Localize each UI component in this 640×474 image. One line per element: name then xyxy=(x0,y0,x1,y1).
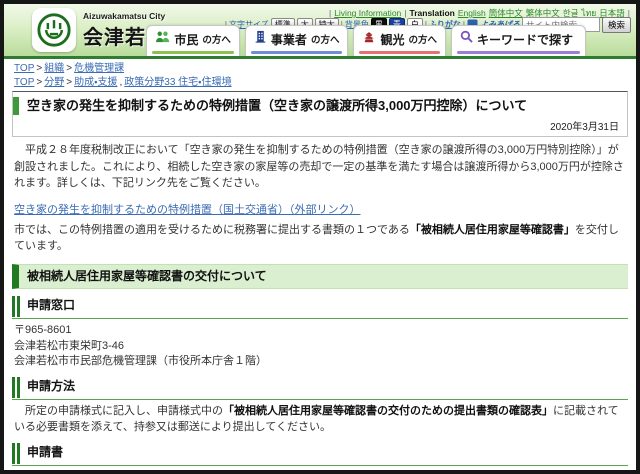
application-window-address: 〒965-8601 会津若松市東栄町3-46 会津若松市市民部危機管理課（市役所… xyxy=(14,323,626,371)
subsection-heading-application-method: 申請方法 xyxy=(12,377,628,400)
audience-tabs: 市民 の方へ 事業者 の方へ 観光 の方へ キーワードで探す xyxy=(146,25,586,56)
breadcrumb-top-link[interactable]: TOP xyxy=(14,77,34,88)
checklist-doc-name: 「被相続人居住用家屋等確認書の交付のための提出書類の確認表」 xyxy=(223,404,553,417)
separator: > xyxy=(36,63,43,74)
breadcrumb-josei-shien-link[interactable]: 助成・支援 xyxy=(74,77,117,88)
separator: , xyxy=(119,76,123,88)
application-form-info: 申請書は、危機管理課の窓口で配布しています。 Word形式の申請書は、お手数です… xyxy=(14,470,626,471)
tab-label-suffix: の方へ xyxy=(202,35,231,46)
business-building-icon xyxy=(254,30,267,48)
breadcrumb-seisaku-bunya-link[interactable]: 政策分野33 住宅・住環境 xyxy=(124,77,231,88)
brand-subtitle: Aizuwakamatsu City xyxy=(83,10,166,21)
application-method-paragraph: 所定の申請様式に記入し、申請様式中の「被相続人居住用家屋等確認書の交付のための提… xyxy=(14,403,626,436)
tab-business[interactable]: 事業者 の方へ xyxy=(244,25,349,56)
page-title: 空き家の発生を抑制するための特例措置（空き家の譲渡所得3,000万円控除）につい… xyxy=(27,98,528,113)
breadcrumb-line-1: TOP > 組織 > 危機管理課 xyxy=(14,62,626,76)
site-header: Aizuwakamatsu City 会津若松市 | Living Inform… xyxy=(4,4,636,56)
tab-label: キーワードで探す xyxy=(476,32,573,47)
article-date: 2020年3月31日 xyxy=(550,122,619,134)
breadcrumb-top-link[interactable]: TOP xyxy=(14,63,34,74)
subsection-heading-application-window: 申請窓口 xyxy=(12,296,628,319)
city-emblem-icon xyxy=(32,8,76,52)
tab-accent-bar xyxy=(250,51,343,54)
section-heading-confirmation-issuance: 被相続人居住用家屋等確認書の交付について xyxy=(12,263,628,289)
separator: > xyxy=(66,76,73,88)
tab-label-suffix: の方へ xyxy=(408,35,437,46)
tab-tourism[interactable]: 観光 の方へ xyxy=(353,25,446,56)
tab-label: 観光 xyxy=(380,32,405,47)
tab-label: 事業者 xyxy=(270,32,307,47)
citizens-icon xyxy=(155,30,170,48)
tab-accent-bar xyxy=(456,51,580,54)
paragraph-text: 市では、この特例措置の適用を受けるために税務署に提出する書類の１つである xyxy=(14,223,410,236)
department-line: 会津若松市市民部危機管理課（市役所本庁舎１階） xyxy=(14,355,267,368)
mlit-special-measure-link[interactable]: 空き家の発生を抑制するための特例措置（国土交通省）（外部リンク） xyxy=(14,204,361,216)
castle-icon xyxy=(362,30,376,48)
browser-page: Aizuwakamatsu City 会津若松市 | Living Inform… xyxy=(0,0,640,474)
breadcrumb-kikikanrika-link[interactable]: 危機管理課 xyxy=(74,63,124,74)
separator: > xyxy=(66,63,73,74)
paragraph-text: 所定の申請様式に記入し、申請様式中の xyxy=(14,404,223,417)
article-title-box: 空き家の発生を抑制するための特例措置（空き家の譲渡所得3,000万円控除）につい… xyxy=(12,91,628,138)
breadcrumbs: TOP > 組織 > 危機管理課 TOP > 分野 > 助成・支援, 政策分野33 住宅・住環境 xyxy=(4,59,636,91)
tab-accent-bar xyxy=(152,51,234,54)
tab-accent-bar xyxy=(359,51,440,54)
breadcrumb-bunya-link[interactable]: 分野 xyxy=(44,77,64,88)
confirmation-paragraph: 市では、この特例措置の適用を受けるために税務署に提出する書類の１つである「被相続… xyxy=(14,222,626,255)
tab-citizens[interactable]: 市民 の方へ xyxy=(146,25,240,56)
site-search-button[interactable]: 検索 xyxy=(601,17,631,33)
breadcrumb-soshiki-link[interactable]: 組織 xyxy=(44,63,64,74)
search-icon xyxy=(460,30,473,48)
confirmation-doc-name: 「被相続人居住用家屋等確認書」 xyxy=(409,223,575,236)
tab-label-suffix: の方へ xyxy=(310,35,340,46)
form-distribution-line: 申請書は、危機管理課の窓口で配布しています。 xyxy=(14,470,626,471)
breadcrumb-line-2: TOP > 分野 > 助成・支援, 政策分野33 住宅・住環境 xyxy=(14,76,626,90)
article-main: 空き家の発生を抑制するための特例措置（空き家の譲渡所得3,000万円控除）につい… xyxy=(4,91,636,471)
tab-keyword-search[interactable]: キーワードで探す xyxy=(450,25,586,56)
subsection-heading-application-form: 申請書 xyxy=(12,443,628,466)
address-line: 会津若松市東栄町3-46 xyxy=(14,339,125,352)
separator: > xyxy=(36,76,43,88)
tab-label: 市民 xyxy=(174,32,199,47)
intro-paragraph: 平成２８年度税制改正において「空き家の発生を抑制するための特例措置（空き家の譲渡… xyxy=(14,144,624,190)
title-accent-bar xyxy=(13,97,19,116)
postal-code: 〒965-8601 xyxy=(14,323,72,336)
external-link-line: 空き家の発生を抑制するための特例措置（国土交通省）（外部リンク） xyxy=(14,203,626,217)
